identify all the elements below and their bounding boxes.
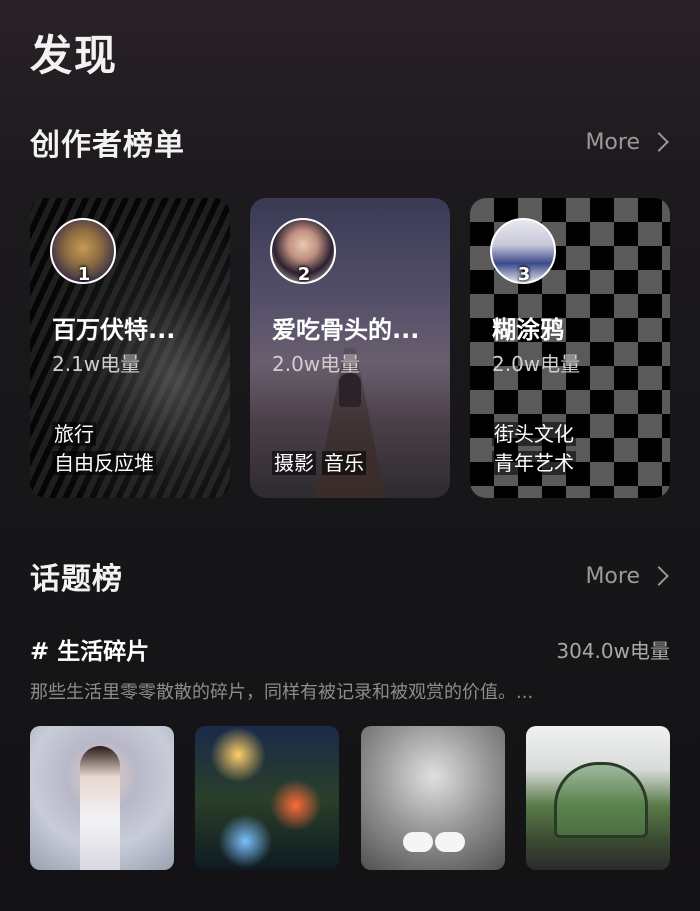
- creator-tags: 摄影 音乐: [272, 449, 372, 478]
- person-figure: [80, 746, 120, 870]
- creator-name: 爱吃骨头的...: [272, 316, 420, 344]
- creator-energy: 2.1w电量: [52, 352, 141, 376]
- chevron-right-icon: [649, 566, 669, 586]
- creators-more-label: More: [585, 129, 640, 155]
- topics-more-label: More: [585, 563, 640, 589]
- creator-tags: 街头文化 青年艺术: [492, 420, 576, 478]
- shoe-shape: [435, 832, 465, 852]
- topic-thumbnail-garden-dome[interactable]: [526, 726, 670, 870]
- topics-more-button[interactable]: More: [585, 564, 672, 589]
- creator-tag: 摄影: [272, 451, 316, 475]
- topic-item[interactable]: # 生活碎片 304.0w电量: [30, 632, 670, 666]
- creators-title: 创作者榜单: [30, 128, 185, 163]
- creator-tag: 街头文化: [492, 422, 576, 446]
- topic-name: # 生活碎片: [30, 639, 150, 665]
- creator-tag: 自由反应堆: [52, 451, 156, 475]
- topic-thumbnail-girl-umbrella[interactable]: [30, 726, 174, 870]
- topics-header: 话题榜 More: [30, 556, 672, 597]
- creator-energy: 2.0w电量: [492, 352, 581, 376]
- creators-header: 创作者榜单 More: [30, 122, 672, 163]
- dome-shape: [554, 762, 648, 838]
- creator-name: 百万伏特...: [52, 316, 176, 344]
- topic-energy: 304.0w电量: [556, 638, 670, 663]
- shoe-shape: [403, 832, 433, 852]
- creator-energy: 2.0w电量: [272, 352, 361, 376]
- creators-more-button[interactable]: More: [585, 130, 672, 155]
- topics-title: 话题榜: [30, 562, 123, 597]
- creator-tags: 旅行 自由反应堆: [52, 420, 156, 478]
- topic-thumbnail-city-night[interactable]: [195, 726, 339, 870]
- creator-tag: 旅行: [52, 422, 96, 446]
- chevron-right-icon: [649, 132, 669, 152]
- topic-thumbnail-snowy-feet[interactable]: [361, 726, 505, 870]
- creator-tag: 音乐: [322, 451, 366, 475]
- rank-badge: 3: [517, 264, 531, 285]
- rank-badge: 2: [297, 264, 311, 285]
- rank-badge: 1: [77, 264, 91, 285]
- creator-card-2[interactable]: 2 爱吃骨头的... 2.0w电量 摄影 音乐: [250, 198, 450, 498]
- person-silhouette: [339, 373, 361, 407]
- page-title: 发现: [30, 31, 119, 80]
- topic-description: 那些生活里零零散散的碎片，同样有被记录和被观赏的价值。...: [30, 682, 534, 703]
- creator-card-3[interactable]: 3 糊涂鸦 2.0w电量 街头文化 青年艺术: [470, 198, 670, 498]
- creator-tag: 青年艺术: [492, 451, 576, 475]
- creator-name: 糊涂鸦: [492, 316, 564, 344]
- creator-card-1[interactable]: 1 百万伏特... 2.1w电量 旅行 自由反应堆: [30, 198, 230, 498]
